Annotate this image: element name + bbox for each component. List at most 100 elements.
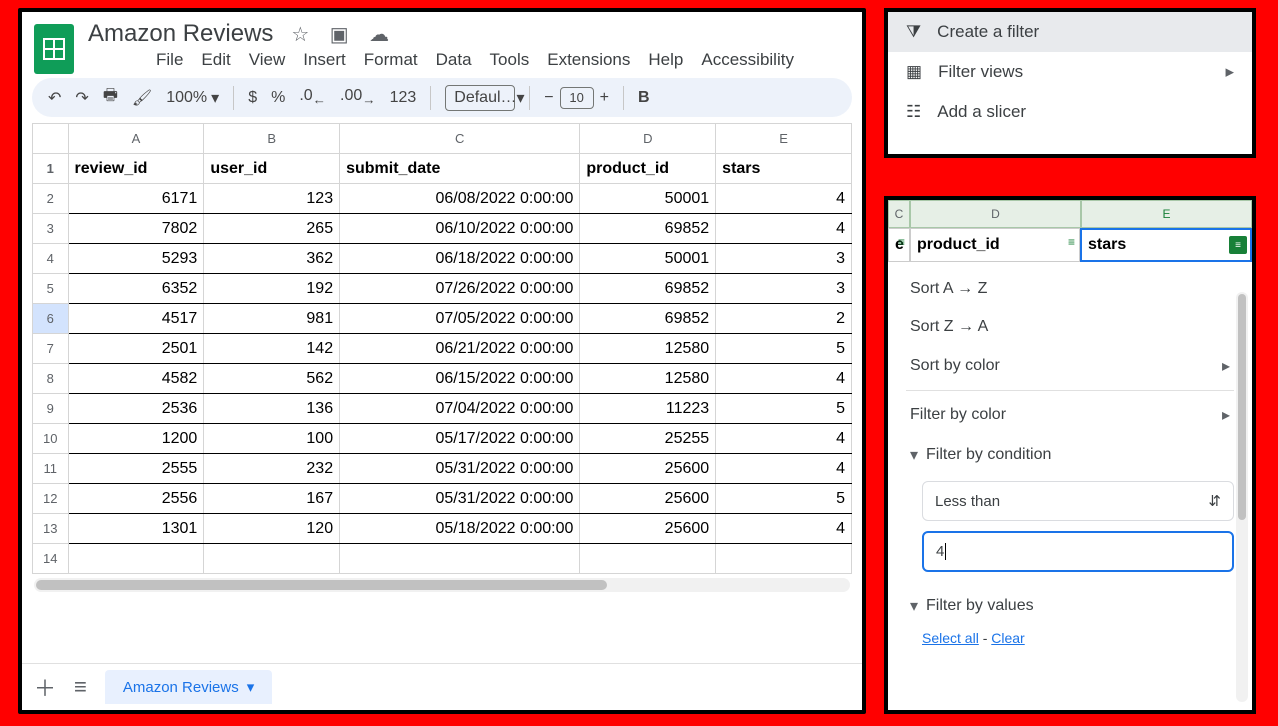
row-num[interactable]: 13 [33,514,69,544]
cell[interactable]: stars [716,154,852,184]
star-icon[interactable]: ☆ [291,24,309,46]
cell[interactable]: 69852 [580,304,716,334]
select-all-link[interactable]: Select all [922,630,979,646]
menu-extensions[interactable]: Extensions [547,50,630,70]
cell[interactable]: 69852 [580,214,716,244]
font-size-decrease-button[interactable]: − [544,89,553,107]
row-num[interactable]: 12 [33,484,69,514]
cell[interactable]: 06/10/2022 0:00:00 [340,214,580,244]
font-select[interactable]: Defaul…▾ [445,85,515,111]
cell[interactable]: user_id [204,154,340,184]
cell[interactable]: 06/18/2022 0:00:00 [340,244,580,274]
cell[interactable]: 123 [204,184,340,214]
redo-icon[interactable]: ↷ [75,88,88,108]
cell[interactable]: 4 [716,364,852,394]
cell[interactable]: 2536 [68,394,204,424]
col-A[interactable]: A [68,124,204,154]
cell[interactable]: 1301 [68,514,204,544]
cell[interactable]: 100 [204,424,340,454]
cell[interactable]: product_id [580,154,716,184]
horizontal-scrollbar[interactable] [34,578,850,592]
filter-by-condition[interactable]: Filter by condition [906,435,1234,475]
row-num[interactable]: 3 [33,214,69,244]
row-num[interactable]: 9 [33,394,69,424]
undo-icon[interactable]: ↶ [48,88,61,108]
cell[interactable]: 11223 [580,394,716,424]
paint-format-icon[interactable]: 🖌 [132,88,152,108]
sort-a-z[interactable]: Sort A → Z [906,270,1234,308]
cell[interactable]: 06/21/2022 0:00:00 [340,334,580,364]
cell[interactable]: 06/15/2022 0:00:00 [340,364,580,394]
menu-filter-views[interactable]: ▦ Filter views ▸ [888,52,1252,92]
hdr-stars-selected[interactable]: stars≡ [1080,228,1252,262]
cell[interactable]: 5293 [68,244,204,274]
menu-tools[interactable]: Tools [490,50,530,70]
cell[interactable]: 981 [204,304,340,334]
cell[interactable]: 167 [204,484,340,514]
cell[interactable]: 232 [204,454,340,484]
cell[interactable]: 25600 [580,484,716,514]
cell[interactable]: 142 [204,334,340,364]
row-num[interactable]: 10 [33,424,69,454]
cell[interactable] [580,544,716,574]
row-num[interactable]: 2 [33,184,69,214]
cell[interactable]: 4517 [68,304,204,334]
row-num[interactable]: 6 [33,304,69,334]
row-num[interactable]: 4 [33,244,69,274]
cell[interactable] [716,544,852,574]
filter-icon[interactable]: ≡ [1068,235,1075,249]
filter-active-icon[interactable]: ≡ [1229,236,1247,254]
cloud-status-icon[interactable]: ☁ [369,24,389,46]
print-icon[interactable]: 🖶 [103,84,118,111]
cell[interactable]: 4 [716,214,852,244]
sort-z-a[interactable]: Sort Z → A [906,308,1234,346]
cell[interactable]: 2501 [68,334,204,364]
row-1-num[interactable]: 1 [33,154,69,184]
bold-button[interactable]: B [638,89,650,107]
cell[interactable]: 69852 [580,274,716,304]
col-D[interactable]: D [580,124,716,154]
cell[interactable]: 2555 [68,454,204,484]
hdr-c-partial[interactable]: e≡ [888,228,910,262]
cell[interactable]: 136 [204,394,340,424]
col-E[interactable]: E [716,124,852,154]
row-num[interactable]: 8 [33,364,69,394]
vertical-scrollbar[interactable] [1236,292,1248,702]
filter-by-color[interactable]: Filter by color▸ [906,395,1234,435]
cell[interactable]: 50001 [580,184,716,214]
cell[interactable]: 362 [204,244,340,274]
sheet-table[interactable]: A B C D E 1review_iduser_idsubmit_datepr… [32,123,852,574]
cell[interactable]: 3 [716,244,852,274]
cell[interactable]: 2 [716,304,852,334]
cell[interactable]: 1200 [68,424,204,454]
cell[interactable]: 5 [716,394,852,424]
cell[interactable]: 50001 [580,244,716,274]
col-D[interactable]: D [910,200,1081,228]
filter-by-values[interactable]: Filter by values [906,586,1234,626]
font-size-input[interactable]: 10 [560,87,594,109]
cell[interactable]: 3 [716,274,852,304]
clear-link[interactable]: Clear [991,630,1024,646]
menu-format[interactable]: Format [364,50,418,70]
cell[interactable]: 25600 [580,454,716,484]
cell[interactable] [204,544,340,574]
col-C-partial[interactable]: C [888,200,910,228]
filter-icon[interactable]: ≡ [898,235,905,249]
cell[interactable]: 4 [716,184,852,214]
cell[interactable]: 25255 [580,424,716,454]
cell[interactable]: 6352 [68,274,204,304]
row-num[interactable]: 7 [33,334,69,364]
cell[interactable]: 4582 [68,364,204,394]
menu-view[interactable]: View [249,50,286,70]
cell[interactable]: 05/31/2022 0:00:00 [340,484,580,514]
format-more-button[interactable]: 123 [390,89,417,107]
cell[interactable]: 4 [716,514,852,544]
cell[interactable]: 562 [204,364,340,394]
all-sheets-button[interactable]: ≡ [74,674,87,700]
cell[interactable]: 05/31/2022 0:00:00 [340,454,580,484]
col-C[interactable]: C [340,124,580,154]
menu-data[interactable]: Data [436,50,472,70]
cell[interactable]: review_id [68,154,204,184]
cell[interactable]: 5 [716,334,852,364]
move-icon[interactable]: ▣ [330,24,349,46]
